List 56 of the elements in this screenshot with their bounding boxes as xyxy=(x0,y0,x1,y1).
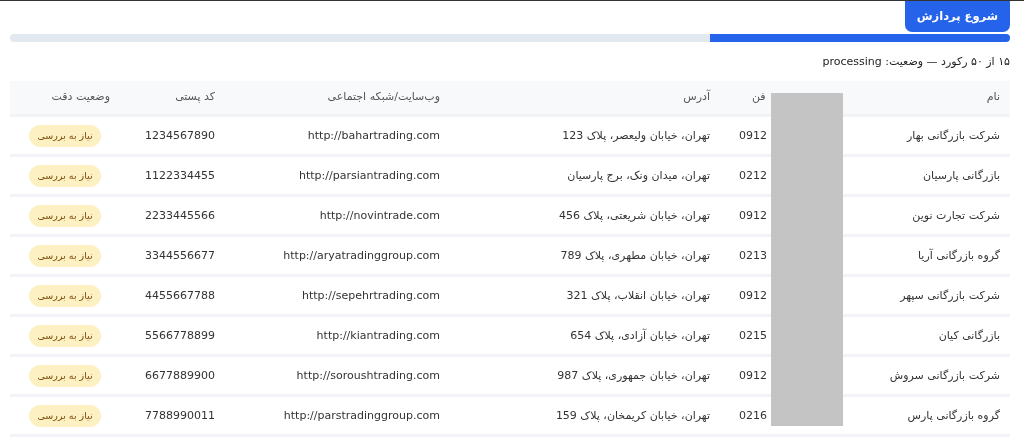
table-cell: 0215 xyxy=(739,327,767,344)
table-cell: http://novintrade.com xyxy=(319,207,440,224)
table-cell: http://bahartrading.com xyxy=(307,127,440,144)
status-text: ۱۵ از ۵۰ رکورد — وضعیت: processing xyxy=(822,55,1010,69)
table-cell: تهران، میدان ونک، برج پارسیان xyxy=(567,168,710,182)
table-cell: 0912 xyxy=(739,367,767,384)
table-cell: 0912 xyxy=(739,127,767,144)
status-badge: نیاز به بررسی xyxy=(29,164,101,187)
status-badge: نیاز به بررسی xyxy=(29,404,101,427)
table-cell: 3344556677 xyxy=(145,247,215,264)
table-cell: تهران، خیابان انقلاب، پلاک 321 xyxy=(566,288,710,302)
start-processing-button[interactable]: شروع پردازش xyxy=(904,1,1010,33)
table-cell: شرکت تجارت نوین xyxy=(912,208,1000,222)
table-cell: شرکت بازرگانی سپهر xyxy=(900,288,1000,302)
table-cell: 0912 xyxy=(739,287,767,304)
table-cell: 0912 xyxy=(739,207,767,224)
status-badge: نیاز به بررسی xyxy=(29,204,101,227)
table-cell: تهران، خیابان کریمخان، پلاک 159 xyxy=(555,408,710,422)
table-cell: http://sepehrtrading.com xyxy=(302,287,440,304)
table-cell: تهران، خیابان شریعتی، پلاک 456 xyxy=(559,208,710,222)
table-cell: http://parsiantrading.com xyxy=(299,167,440,184)
table-cell: شرکت بازرگانی سروش xyxy=(889,368,1000,382)
column-header: وب‌سایت/شبکه اجتماعی xyxy=(327,90,440,104)
table-cell: http://soroushtrading.com xyxy=(296,367,440,384)
table-cell: http://kiantrading.com xyxy=(316,327,440,344)
table-cell: 1122334455 xyxy=(145,167,215,184)
table-cell: 5566778899 xyxy=(145,327,215,344)
table-cell: 6677889900 xyxy=(145,367,215,384)
table-cell: بازرگانی کیان xyxy=(938,328,1000,342)
table-cell: بازرگانی پارسیان xyxy=(922,168,1000,182)
table-cell: 0216 xyxy=(739,407,767,424)
table-cell: گروه بازرگانی پارس xyxy=(907,408,1000,422)
table-cell: 0213 xyxy=(739,247,767,264)
table-cell: تهران، خیابان ولیعصر، پلاک 123 xyxy=(562,128,710,142)
table-cell: 0212 xyxy=(739,167,767,184)
table-cell: گروه بازرگانی آریا xyxy=(918,248,1000,262)
table-cell: 4455667788 xyxy=(145,287,215,304)
column-header: وضعیت دقت xyxy=(51,90,110,104)
table-cell: 1234567890 xyxy=(145,127,215,144)
status-badge: نیاز به بررسی xyxy=(29,244,101,267)
table-cell: 7788990011 xyxy=(145,407,215,424)
table-cell: تهران، خیابان مطهری، پلاک 789 xyxy=(560,248,710,262)
column-header: نام xyxy=(986,90,1000,104)
table-cell: 2233445566 xyxy=(145,207,215,224)
column-header: آدرس xyxy=(683,90,710,104)
table-cell: تهران، خیابان آزادی، پلاک 654 xyxy=(570,328,710,342)
status-badge: نیاز به بررسی xyxy=(29,324,101,347)
table-cell: http://parstradinggroup.com xyxy=(283,407,440,424)
table-cell: شرکت بازرگانی بهار xyxy=(907,128,1000,142)
table-cell: تهران، خیابان جمهوری، پلاک 987 xyxy=(557,368,710,382)
table-cell: http://aryatradinggroup.com xyxy=(283,247,440,264)
status-badge: نیاز به بررسی xyxy=(29,284,101,307)
status-badge: نیاز به بررسی xyxy=(29,364,101,387)
status-badge: نیاز به بررسی xyxy=(29,124,101,147)
column-header: فن xyxy=(752,90,766,104)
column-header: کد پستی xyxy=(175,90,215,104)
